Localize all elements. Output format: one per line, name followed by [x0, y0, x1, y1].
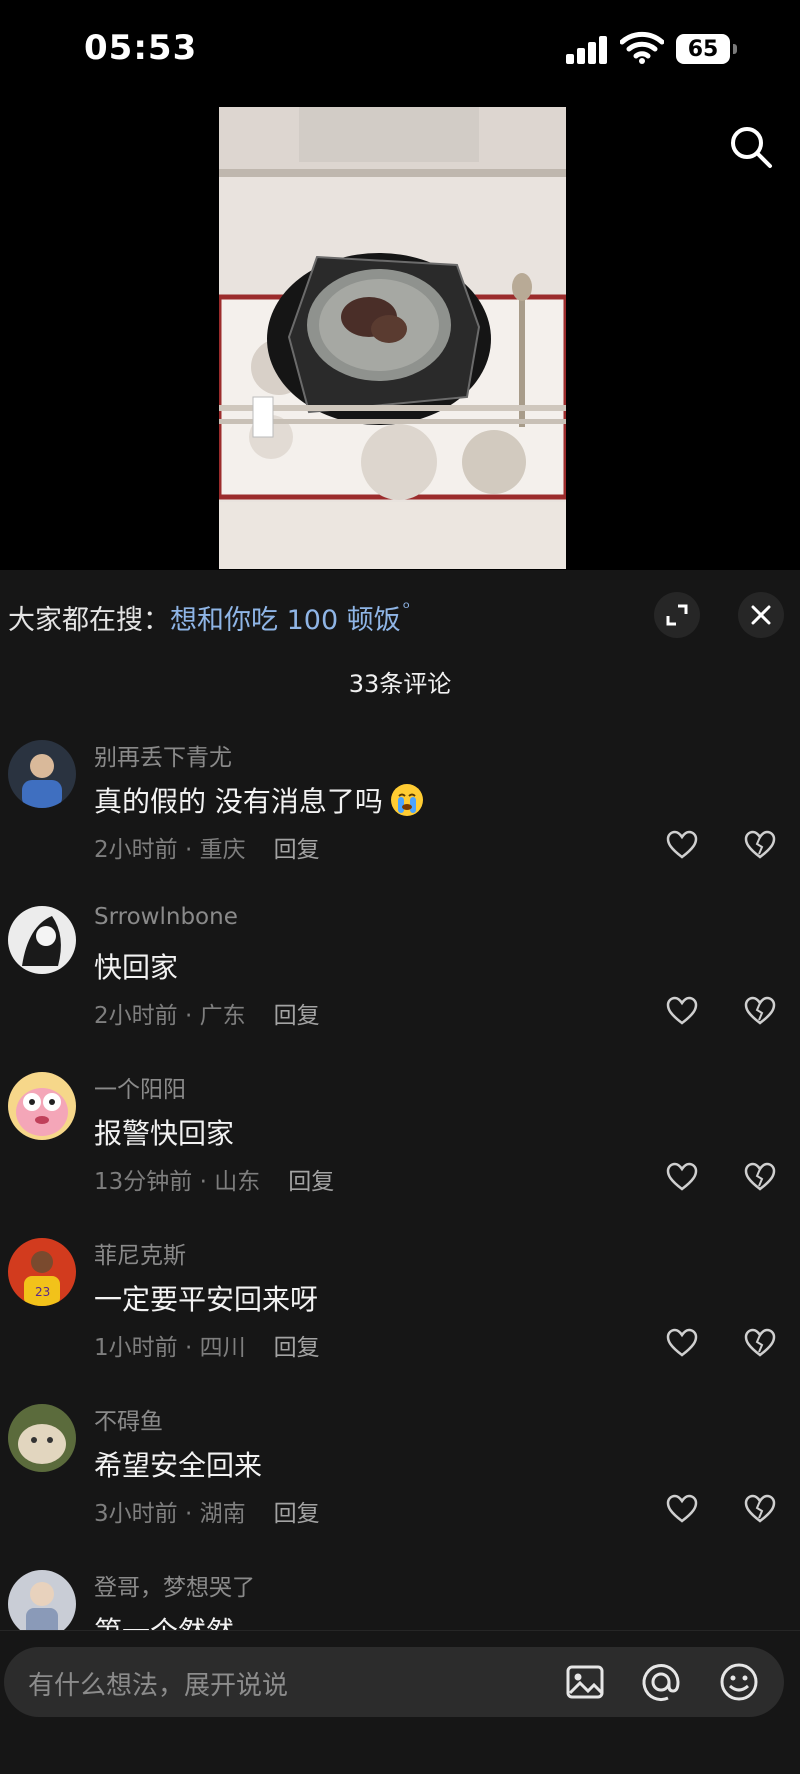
comment-item: Srrowlnbone 快回家 2小时前 · 广东 回复 [0, 904, 800, 1070]
comment-text-content: 真的假的 没有消息了吗 [94, 785, 383, 818]
video-area[interactable] [0, 100, 800, 570]
hot-search-magnifier-icon: ᵒ [402, 598, 411, 619]
comment-item: 登哥，梦想哭了 第一个然然 [0, 1568, 800, 1630]
comment-text-content: 快回家 [94, 951, 179, 984]
battery-indicator: 65 [676, 34, 730, 64]
search-icon[interactable] [728, 124, 774, 170]
comment-meta: 1小时前 · 四川 回复 [94, 1335, 320, 1361]
expand-button[interactable] [654, 592, 700, 638]
heart-icon[interactable] [666, 1494, 698, 1524]
crying-emoji-icon [390, 784, 423, 816]
reply-button[interactable]: 回复 [288, 1169, 334, 1195]
heart-icon[interactable] [666, 1162, 698, 1192]
reply-button[interactable]: 回复 [274, 1003, 320, 1029]
comment-text-content: 报警快回家 [94, 1117, 235, 1150]
avatar[interactable] [8, 1404, 76, 1472]
avatar[interactable] [8, 1072, 76, 1140]
wifi-icon [620, 31, 664, 64]
comment-meta: 13分钟前 · 山东 回复 [94, 1169, 335, 1195]
comment-panel: 大家都在搜：想和你吃 100 顿饭 ᵒ 33条评论 别再丢下青尤 真的假的 没有消… [0, 570, 800, 1773]
comment-time: 2小时前 [94, 837, 178, 863]
avatar[interactable] [8, 740, 76, 808]
reply-button[interactable]: 回复 [274, 1335, 320, 1361]
reply-button[interactable]: 回复 [274, 837, 320, 863]
comment-text-content: 第一个然然 [94, 1610, 234, 1630]
comment-text-content: 一定要平安回来呀 [94, 1283, 319, 1316]
svg-text:23: 23 [35, 1285, 50, 1299]
comment-text-content: 希望安全回来 [94, 1449, 263, 1482]
comment-item: 别再丢下青尤 真的假的 没有消息了吗 2小时前 · 重庆 回复 [0, 738, 800, 904]
comment-text: 报警快回家 [94, 1112, 234, 1152]
comment-username[interactable]: 一个阳阳 [94, 1070, 186, 1104]
close-icon [751, 605, 771, 625]
comment-meta: 2小时前 · 重庆 回复 [94, 837, 320, 863]
status-time: 05:53 [84, 28, 198, 68]
comment-time: 1小时前 [94, 1335, 178, 1361]
comment-username[interactable]: 不碍鱼 [94, 1402, 163, 1436]
broken-heart-icon[interactable] [744, 830, 776, 860]
comment-text: 一定要平安回来呀 [94, 1278, 318, 1318]
comment-location: 山东 [214, 1169, 261, 1195]
comment-location: 广东 [199, 1003, 246, 1029]
broken-heart-icon[interactable] [744, 1162, 776, 1192]
comment-text: 真的假的 没有消息了吗 [94, 780, 425, 820]
food-plate-image [219, 107, 566, 569]
hot-search-label: 大家都在搜： [8, 605, 170, 636]
hot-search-term[interactable]: 想和你吃 100 顿饭 [170, 605, 401, 636]
comment-text: 第一个然然 [94, 1610, 234, 1630]
comment-text: 快回家 [94, 946, 178, 986]
emoji-icon[interactable] [718, 1661, 760, 1703]
broken-heart-icon[interactable] [744, 996, 776, 1026]
comment-username[interactable]: 别再丢下青尤 [94, 738, 232, 772]
comment-meta: 2小时前 · 广东 回复 [94, 1003, 320, 1029]
comment-location: 重庆 [199, 837, 246, 863]
status-bar: 05:53 65 [0, 0, 800, 100]
broken-heart-icon[interactable] [744, 1328, 776, 1358]
heart-icon[interactable] [666, 1328, 698, 1358]
reply-button[interactable]: 回复 [274, 1501, 320, 1527]
at-icon[interactable] [640, 1661, 682, 1703]
comment-username[interactable]: 登哥，梦想哭了 [94, 1568, 255, 1602]
expand-icon [666, 604, 688, 626]
avatar[interactable]: 23 [8, 1238, 76, 1306]
avatar[interactable] [8, 906, 76, 974]
comment-item: 不碍鱼 希望安全回来 3小时前 · 湖南 回复 [0, 1402, 800, 1568]
comment-meta: 3小时前 · 湖南 回复 [94, 1501, 320, 1527]
avatar[interactable] [8, 1570, 76, 1630]
heart-icon[interactable] [666, 830, 698, 860]
comment-item: 23 菲尼克斯 一定要平安回来呀 1小时前 · 四川 回复 [0, 1236, 800, 1402]
comment-username[interactable]: Srrowlnbone [94, 904, 238, 930]
close-button[interactable] [738, 592, 784, 638]
heart-icon[interactable] [666, 996, 698, 1026]
comment-item: 一个阳阳 报警快回家 13分钟前 · 山东 回复 [0, 1070, 800, 1236]
video-thumbnail[interactable] [219, 107, 566, 569]
comment-location: 湖南 [199, 1501, 246, 1527]
comment-time: 2小时前 [94, 1003, 178, 1029]
comment-username[interactable]: 菲尼克斯 [94, 1236, 186, 1270]
cellular-signal-icon [566, 34, 610, 64]
hot-search-bar[interactable]: 大家都在搜：想和你吃 100 顿饭 ᵒ [8, 598, 410, 637]
image-icon[interactable] [564, 1661, 606, 1703]
broken-heart-icon[interactable] [744, 1494, 776, 1524]
comment-input-placeholder: 有什么想法，展开说说 [28, 1671, 289, 1701]
comment-location: 四川 [199, 1335, 246, 1361]
comment-text: 希望安全回来 [94, 1444, 262, 1484]
comment-input-bar: 有什么想法，展开说说 [0, 1630, 800, 1774]
comment-input[interactable]: 有什么想法，展开说说 [4, 1647, 784, 1717]
battery-tip [733, 44, 737, 54]
comment-time: 3小时前 [94, 1501, 178, 1527]
comment-time: 13分钟前 [94, 1169, 193, 1195]
comment-count: 33条评论 [348, 670, 452, 698]
